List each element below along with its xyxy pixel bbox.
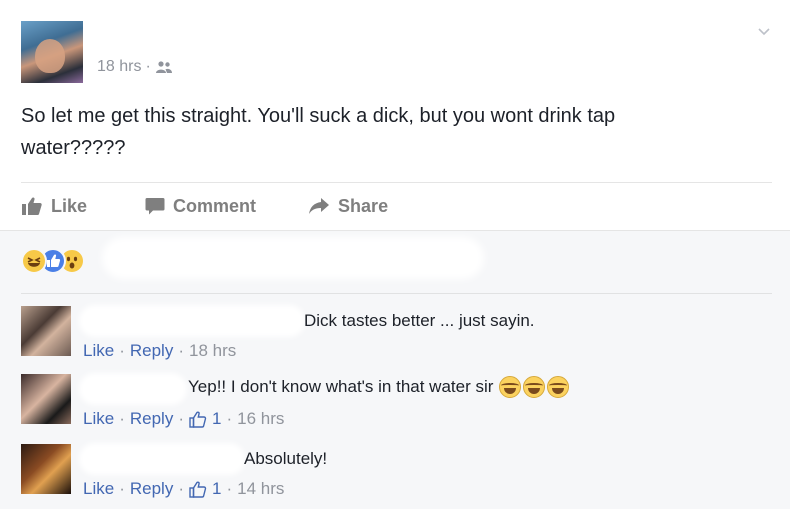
share-button[interactable]: Share <box>308 196 388 217</box>
comment-body: Dick tastes better ... just sayin. <box>304 311 535 330</box>
redacted-commenter-name <box>83 309 301 333</box>
post-actions-bar: Like Comment Share <box>21 193 388 219</box>
comment-label: Comment <box>173 195 257 216</box>
footer-separator: · <box>178 341 184 360</box>
comments-section: Dick tastes better ... just sayin. Like … <box>0 230 790 509</box>
post-meta: 18 hrs · <box>97 58 173 76</box>
comment-reply-link[interactable]: Reply <box>130 479 173 499</box>
tears-of-joy-emoji-icon <box>547 376 570 398</box>
comment-body: Yep!! I don't know what's in that water … <box>188 377 494 396</box>
comment-reply-link[interactable]: Reply <box>130 341 173 361</box>
commenter-avatar[interactable] <box>21 374 71 424</box>
thumbs-up-icon <box>22 197 42 215</box>
comment-text: Absolutely! <box>244 449 327 469</box>
comment-timestamp[interactable]: 14 hrs <box>237 479 284 499</box>
reactions-summary[interactable] <box>21 248 85 274</box>
redacted-commenter-name <box>83 377 183 401</box>
chevron-down-icon[interactable] <box>756 24 772 40</box>
redacted-reaction-names <box>108 243 478 273</box>
comment-like-link[interactable]: Like <box>83 341 114 361</box>
like-label: Like <box>51 195 88 216</box>
comment-like-link[interactable]: Like <box>83 479 114 499</box>
redacted-commenter-name <box>83 447 241 471</box>
commenter-avatar[interactable] <box>21 306 71 356</box>
comment-bubble-icon <box>145 197 165 214</box>
comment-footer: Like · Reply · 1 · 14 hrs <box>83 479 284 499</box>
like-button[interactable]: Like <box>21 196 87 217</box>
footer-separator: · <box>226 479 233 498</box>
thumbs-up-outline-icon[interactable] <box>189 481 207 498</box>
comment-like-link[interactable]: Like <box>83 409 114 429</box>
divider <box>21 182 772 183</box>
post-timestamp[interactable]: 18 hrs <box>97 58 141 76</box>
footer-separator: · <box>119 341 125 360</box>
facebook-post: 18 hrs · So let me get this straight. Yo… <box>0 0 790 509</box>
comment-like-count[interactable]: 1 <box>212 479 221 499</box>
comment-button[interactable]: Comment <box>145 196 256 217</box>
share-label: Share <box>338 195 389 216</box>
haha-reaction-icon <box>21 248 47 274</box>
comment-item: Yep!! I don't know what's in that water … <box>21 374 771 432</box>
comment-footer: Like · Reply · 18 hrs <box>83 341 236 361</box>
comment-timestamp[interactable]: 18 hrs <box>189 341 236 361</box>
footer-separator: · <box>226 409 233 428</box>
comment-item: Absolutely! Like · Reply · 1 · 14 hrs <box>21 444 771 502</box>
footer-separator: · <box>119 479 125 498</box>
footer-separator: · <box>178 409 184 428</box>
share-arrow-icon <box>309 198 330 214</box>
comment-item: Dick tastes better ... just sayin. Like … <box>21 306 771 364</box>
footer-separator: · <box>178 479 184 498</box>
tears-of-joy-emoji-icon <box>499 376 522 398</box>
divider <box>21 293 772 294</box>
comment-reply-link[interactable]: Reply <box>130 409 173 429</box>
meta-separator: · <box>145 58 151 75</box>
commenter-avatar[interactable] <box>21 444 71 494</box>
comment-body: Absolutely! <box>244 449 328 468</box>
footer-separator: · <box>119 409 125 428</box>
author-avatar[interactable] <box>21 21 83 83</box>
comment-text: Dick tastes better ... just sayin. <box>304 311 535 331</box>
thumbs-up-outline-icon[interactable] <box>189 411 207 428</box>
comment-timestamp[interactable]: 16 hrs <box>237 409 284 429</box>
comment-like-count[interactable]: 1 <box>212 409 221 429</box>
comment-text: Yep!! I don't know what's in that water … <box>188 376 570 398</box>
post-text: So let me get this straight. You'll suck… <box>21 105 616 159</box>
friends-audience-icon[interactable] <box>155 60 173 74</box>
tears-of-joy-emoji-icon <box>523 376 546 398</box>
comment-footer: Like · Reply · 1 · 16 hrs <box>83 409 284 429</box>
